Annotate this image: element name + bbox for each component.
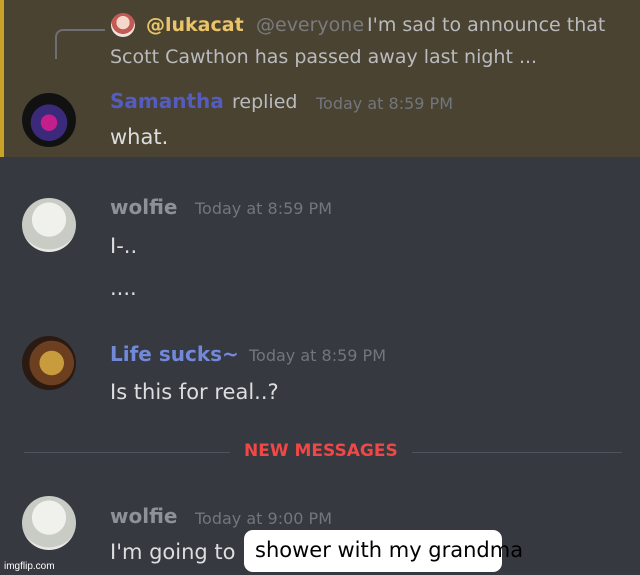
message-text: I-.. (110, 234, 138, 258)
username-samantha[interactable]: Samantha (110, 89, 224, 113)
mention-highlight-bar (0, 0, 4, 157)
timestamp: Today at 8:59 PM (249, 346, 386, 365)
message-text: Is this for real..? (110, 380, 279, 404)
username-wolfie[interactable]: wolfie (110, 504, 177, 528)
message-text: I'm going to (110, 540, 236, 564)
divider-line-right (412, 452, 622, 453)
username-wolfie[interactable]: wolfie (110, 195, 177, 219)
avatar-samantha[interactable] (22, 93, 76, 147)
replied-label: replied (232, 91, 298, 113)
avatar-wolfie[interactable] (22, 496, 76, 550)
avatar-life-sucks[interactable] (22, 336, 76, 390)
timestamp: Today at 9:00 PM (195, 509, 332, 528)
reply-text-line2: Scott Cawthon has passed away last night… (110, 46, 538, 68)
message-text: what. (110, 125, 169, 149)
timestamp: Today at 8:59 PM (195, 199, 332, 218)
reply-avatar[interactable] (111, 13, 135, 37)
reply-connector (55, 29, 105, 59)
reply-mention[interactable]: @everyone (256, 14, 364, 36)
username-life-sucks[interactable]: Life sucks~ (110, 342, 239, 366)
new-messages-divider-label: NEW MESSAGES (244, 441, 398, 461)
timestamp: Today at 8:59 PM (316, 94, 453, 113)
avatar-wolfie[interactable] (22, 198, 76, 252)
reply-text-line1: I'm sad to announce that (367, 14, 606, 36)
imgflip-watermark: imgflip.com (4, 561, 55, 572)
meme-overlay-text: shower with my grandma (255, 538, 524, 562)
reply-username[interactable]: @lukacat (146, 14, 244, 36)
divider-line-left (24, 452, 230, 453)
message-text: .... (110, 276, 137, 300)
